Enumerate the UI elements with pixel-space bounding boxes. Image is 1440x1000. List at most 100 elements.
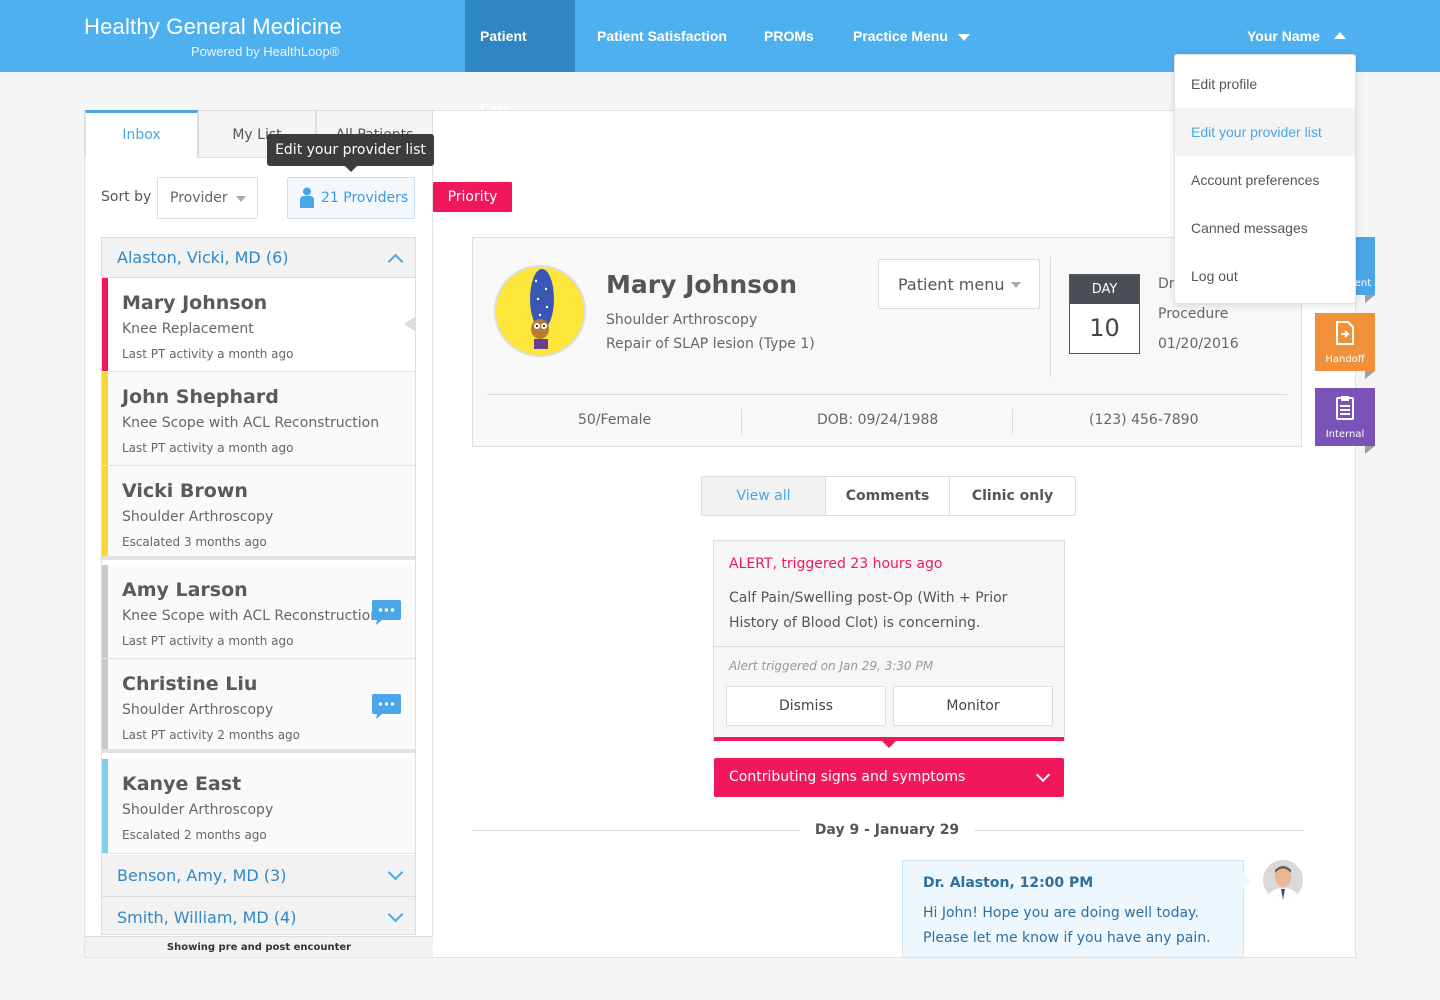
- patient-name: John Shephard: [122, 386, 279, 408]
- tab-label: Clinic only: [971, 488, 1054, 504]
- patient-procedure: Knee Replacement: [122, 321, 254, 337]
- alert-timestamp: Alert triggered on Jan 29, 3:30 PM: [729, 659, 934, 673]
- nav-proms[interactable]: PROMs: [749, 0, 829, 72]
- priority-badge[interactable]: Priority: [433, 182, 512, 212]
- dismiss-button[interactable]: Dismiss: [726, 686, 886, 726]
- flag-label: Handoff: [1325, 354, 1365, 365]
- menu-item-account-preferences[interactable]: Account preferences: [1175, 156, 1355, 204]
- group-label: Alaston, Vicki, MD (6): [117, 248, 289, 267]
- tab-view-all[interactable]: View all: [702, 477, 826, 515]
- menu-item-log-out[interactable]: Log out: [1175, 252, 1355, 300]
- flag-label: Internal: [1325, 429, 1365, 440]
- chevron-up-icon: [387, 253, 404, 270]
- nav-practice-menu[interactable]: Practice Menu: [838, 0, 985, 72]
- chevron-down-icon: [236, 196, 246, 202]
- contributing-signs-toggle[interactable]: Contributing signs and symptoms: [714, 758, 1064, 797]
- card-divider: [1050, 257, 1051, 377]
- menu-item-canned-messages[interactable]: Canned messages: [1175, 204, 1355, 252]
- sort-label: Sort by: [101, 189, 152, 205]
- patient-phone[interactable]: (123) 456-7890: [1089, 412, 1199, 428]
- patient-row[interactable]: Vicki Brown Shoulder Arthroscopy Escalat…: [102, 466, 415, 560]
- doctor-avatar: [1263, 860, 1303, 900]
- menu-item-edit-profile[interactable]: Edit profile: [1175, 60, 1355, 108]
- tab-inbox[interactable]: Inbox: [85, 110, 198, 158]
- tab-label: Inbox: [122, 127, 161, 143]
- message-icon[interactable]: [372, 694, 401, 719]
- patient-row[interactable]: John Shephard Knee Scope with ACL Recons…: [102, 372, 415, 466]
- priority-stripe: [102, 759, 108, 853]
- patient-procedure-detail: Repair of SLAP lesion (Type 1): [606, 336, 815, 352]
- message-icon[interactable]: [372, 600, 401, 625]
- patient-name: Vicki Brown: [122, 480, 248, 502]
- selected-indicator: [404, 316, 415, 332]
- patient-activity: Last PT activity a month ago: [122, 634, 294, 648]
- provider-group-benson[interactable]: Benson, Amy, MD (3): [102, 855, 415, 897]
- patient-row[interactable]: Christine Liu Shoulder Arthroscopy Last …: [102, 659, 415, 753]
- panel-divider: [432, 158, 433, 958]
- contributing-label: Contributing signs and symptoms: [729, 769, 966, 785]
- monitor-button[interactable]: Monitor: [893, 686, 1053, 726]
- day-divider-label: Day 9 - January 29: [814, 822, 960, 838]
- alert-body: Calf Pain/Swelling post-Op (With + Prior…: [729, 590, 1008, 631]
- handoff-document-icon: [1336, 321, 1354, 345]
- patient-procedure: Shoulder Arthroscopy: [122, 509, 274, 525]
- patient-activity: Last PT activity a month ago: [122, 347, 294, 361]
- patient-procedure: Shoulder Arthroscopy: [122, 802, 274, 818]
- priority-stripe: [102, 278, 108, 371]
- patient-row[interactable]: Mary Johnson Knee Replacement Last PT ac…: [102, 278, 415, 372]
- provider-group-alaston[interactable]: Alaston, Vicki, MD (6): [102, 238, 415, 278]
- nav-patient-satisfaction[interactable]: Patient Satisfaction: [582, 0, 742, 72]
- chevron-down-icon: [387, 864, 404, 881]
- chevron-down-icon: [387, 906, 404, 923]
- chevron-up-icon: [1333, 31, 1346, 39]
- tab-label: View all: [736, 488, 791, 504]
- doctor-label: Dr: [1158, 276, 1175, 292]
- priority-stripe: [102, 372, 108, 465]
- patient-activity: Last PT activity 2 months ago: [122, 728, 301, 742]
- nav-label: PROMs: [764, 28, 814, 44]
- menu-item-edit-provider-list[interactable]: Edit your provider list: [1175, 108, 1355, 156]
- patient-menu-dropdown[interactable]: Patient menu: [878, 259, 1040, 309]
- priority-stripe: [102, 466, 108, 556]
- chevron-down-icon: [1011, 282, 1021, 288]
- stat-divider: [1012, 409, 1013, 435]
- nav-label: Practice Menu: [853, 28, 948, 44]
- card-divider: [487, 394, 1287, 395]
- user-name: Your Name: [1247, 28, 1320, 44]
- chevron-down-icon: [1035, 767, 1051, 783]
- day-number: 10: [1089, 314, 1120, 342]
- tab-comments[interactable]: Comments: [826, 477, 950, 515]
- user-dropdown-menu: Edit profile Edit your provider list Acc…: [1174, 54, 1356, 304]
- patient-name: Kanye East: [122, 773, 242, 795]
- providers-count: 21 Providers: [321, 190, 409, 206]
- side-flag-internal[interactable]: Internal: [1315, 388, 1375, 454]
- patient-procedure: Shoulder Arthroscopy: [606, 312, 758, 328]
- tab-label: Comments: [845, 488, 930, 504]
- priority-stripe: [102, 565, 108, 658]
- patient-activity: Escalated 2 months ago: [122, 828, 267, 842]
- patient-age-sex: 50/Female: [578, 412, 652, 428]
- provider-group-smith[interactable]: Smith, William, MD (4): [102, 897, 415, 934]
- list-footer: Showing pre and post encounter: [85, 936, 433, 957]
- providers-button[interactable]: 21 Providers: [287, 177, 415, 219]
- patient-row[interactable]: Kanye East Shoulder Arthroscopy Escalate…: [102, 759, 415, 854]
- sort-select[interactable]: Provider: [157, 177, 258, 219]
- alert-title: ALERT, triggered 23 hours ago: [729, 556, 943, 572]
- side-flag-handoff[interactable]: Handoff: [1315, 313, 1375, 379]
- day-label: DAY: [1070, 275, 1139, 304]
- patient-name: Christine Liu: [122, 673, 258, 695]
- sort-value: Provider: [170, 190, 228, 206]
- nav-patient-care[interactable]: Patient Care: [465, 0, 575, 116]
- message-sender: Dr. Alaston, 12:00 PM: [923, 875, 1094, 891]
- group-label: Benson, Amy, MD (3): [117, 866, 287, 885]
- group-label: Smith, William, MD (4): [117, 908, 297, 927]
- procedure-date: 01/20/2016: [1158, 336, 1239, 352]
- priority-stripe: [102, 659, 108, 749]
- alert-divider: [714, 646, 1064, 647]
- patient-procedure: Knee Scope with ACL Reconstruction: [122, 415, 380, 431]
- patient-row[interactable]: Amy Larson Knee Scope with ACL Reconstru…: [102, 565, 415, 659]
- tab-clinic-only[interactable]: Clinic only: [950, 477, 1075, 515]
- divider-line: [472, 830, 800, 831]
- patient-activity: Last PT activity a month ago: [122, 441, 294, 455]
- patient-procedure: Knee Scope with ACL Reconstruction: [122, 608, 380, 624]
